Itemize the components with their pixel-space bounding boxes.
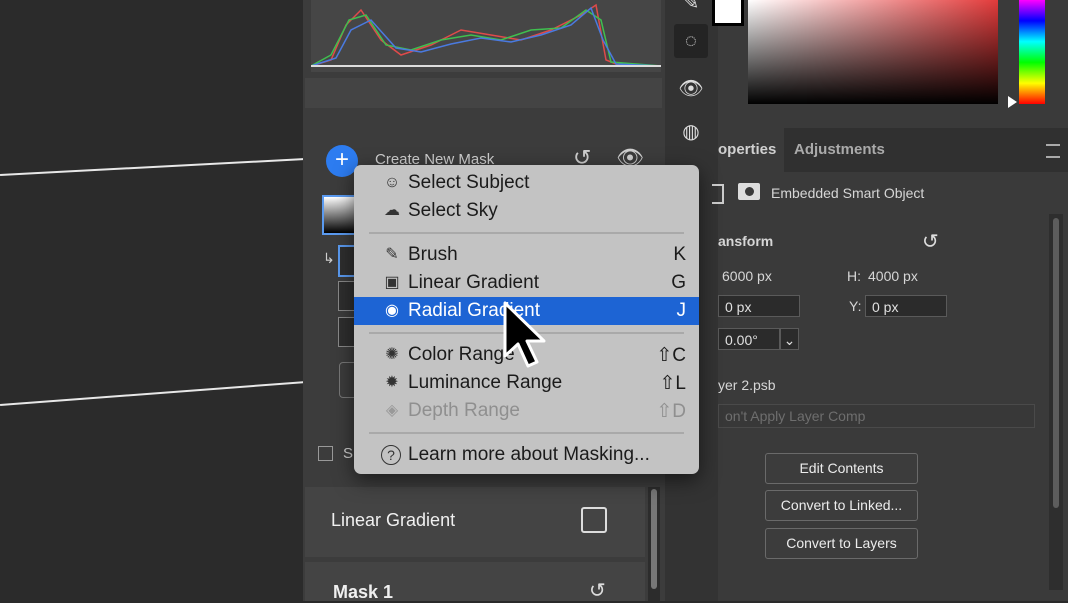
mouse-cursor-icon: [503, 301, 546, 368]
height-value[interactable]: 4000 px: [868, 268, 918, 284]
menu-item-select-subject[interactable]: ☺ Select Subject: [354, 169, 699, 197]
menu-item-label: Color Range: [408, 344, 515, 365]
depth-range-icon: ◈: [385, 402, 399, 419]
mask-list-label: Linear Gradient: [331, 510, 456, 530]
layer-comp-select[interactable]: on't Apply Layer Comp: [718, 404, 1035, 428]
menu-item-depth-range: ◈ Depth Range ⇧D: [354, 397, 699, 425]
hue-slider-handle[interactable]: [1008, 96, 1017, 108]
mask-list-item[interactable]: Linear Gradient: [305, 487, 645, 557]
histogram: [311, 0, 661, 72]
canvas-guide-line: [0, 158, 303, 176]
menu-item-label: Select Subject: [408, 172, 530, 193]
brush-icon: ✎: [385, 246, 399, 263]
menu-item-label: Linear Gradient: [408, 272, 539, 293]
menu-separator: [369, 232, 684, 234]
panel-menu-icon[interactable]: [1046, 144, 1060, 158]
object-type-label: Embedded Smart Object: [771, 185, 925, 201]
menu-item-select-sky[interactable]: ☁ Select Sky: [354, 197, 699, 225]
masks-header-strip: [305, 78, 662, 108]
tab-properties[interactable]: operties: [718, 128, 776, 172]
menu-item-shortcut: ⇧C: [656, 345, 686, 366]
overlay-checkbox-label: S: [343, 445, 354, 462]
mask-list-label: Mask 1: [333, 582, 394, 602]
height-label: H:: [847, 268, 861, 284]
menu-item-label: Learn more about Masking...: [408, 444, 650, 465]
x-position-field[interactable]: 0 px: [718, 295, 800, 317]
radial-gradient-icon: ◉: [385, 302, 399, 319]
scrollbar[interactable]: [648, 487, 660, 601]
foreground-swatch[interactable]: [712, 0, 744, 26]
help-icon: ?: [381, 445, 401, 465]
section-title-transform: ansform: [718, 233, 774, 249]
brush-tool-icon[interactable]: ✎: [674, 0, 708, 20]
luminance-range-icon: ✹: [385, 374, 399, 391]
menu-item-shortcut: G: [671, 272, 686, 293]
menu-item-linear-gradient[interactable]: ▣ Linear Gradient G: [354, 269, 699, 297]
source-filename: yer 2.psb: [718, 377, 776, 393]
sub-arrow-icon: ↳: [323, 250, 335, 266]
document-canvas[interactable]: [0, 0, 303, 601]
selection-brush-icon[interactable]: ◌: [674, 24, 708, 58]
menu-item-label: Luminance Range: [408, 372, 563, 393]
menu-item-shortcut: ⇧D: [656, 401, 686, 422]
menu-item-learn-masking[interactable]: ? Learn more about Masking...: [354, 441, 699, 469]
menu-separator: [369, 432, 684, 434]
overlay-toggle-icon[interactable]: ◍: [674, 115, 708, 149]
layer-mask-icon: [738, 183, 760, 200]
edit-contents-button[interactable]: Edit Contents: [765, 453, 918, 484]
y-label: Y:: [849, 298, 862, 314]
canvas-guide-line: [0, 381, 303, 406]
hue-slider[interactable]: [1019, 0, 1045, 104]
select-sky-icon: ☁: [384, 202, 400, 219]
menu-item-label: Depth Range: [408, 400, 520, 421]
menu-item-shortcut: ⇧L: [659, 373, 687, 394]
invert-mask-icon[interactable]: [581, 507, 607, 533]
histogram-graph: [311, 3, 661, 67]
saturation-field[interactable]: [748, 0, 998, 104]
menu-item-shortcut: K: [673, 244, 686, 265]
smart-object-icon: [712, 184, 724, 204]
menu-item-shortcut: J: [676, 300, 687, 321]
y-position-field[interactable]: 0 px: [865, 295, 947, 317]
menu-item-label: Select Sky: [408, 200, 498, 221]
view-mask-icon[interactable]: 👁: [674, 72, 708, 106]
reset-transform-icon[interactable]: ↺: [922, 229, 939, 254]
menu-item-label: Brush: [408, 244, 458, 265]
mask-list-item[interactable]: Mask 1 ↺: [305, 562, 645, 603]
convert-to-linked-button[interactable]: Convert to Linked...: [765, 490, 918, 521]
reset-icon[interactable]: ↺: [589, 578, 606, 603]
color-range-icon: ✺: [385, 346, 399, 363]
angle-dropdown[interactable]: ⌄: [780, 328, 799, 350]
linear-gradient-icon: ▣: [384, 274, 400, 291]
convert-to-layers-button[interactable]: Convert to Layers: [765, 528, 918, 559]
angle-field[interactable]: 0.00°: [718, 328, 780, 350]
tab-adjustments[interactable]: Adjustments: [794, 128, 885, 172]
select-subject-icon: ☺: [383, 174, 401, 191]
overlay-checkbox[interactable]: [318, 446, 333, 461]
menu-item-luminance-range[interactable]: ✹ Luminance Range ⇧L: [354, 369, 699, 397]
width-value[interactable]: 6000 px: [722, 268, 772, 284]
properties-scrollbar[interactable]: [1049, 214, 1063, 590]
menu-item-brush[interactable]: ✎ Brush K: [354, 241, 699, 269]
